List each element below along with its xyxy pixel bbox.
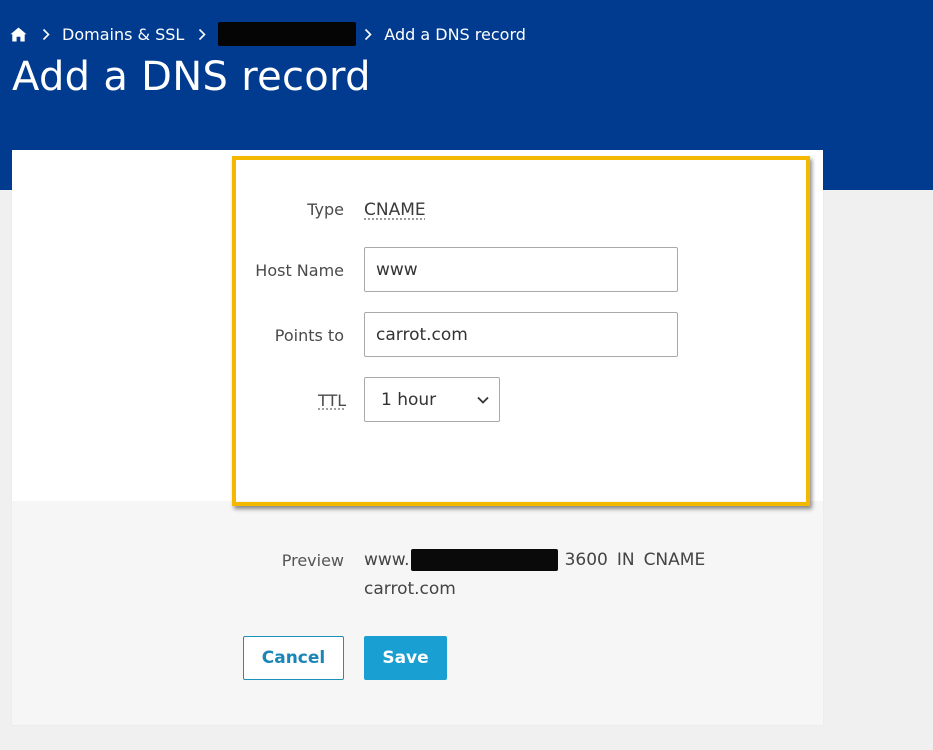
chevron-down-icon <box>477 396 489 404</box>
ttl-label[interactable]: TTL <box>318 391 346 410</box>
chevron-right-icon <box>198 27 208 41</box>
breadcrumb: Domains & SSL Add a DNS record <box>10 22 526 46</box>
preview-target: carrot.com <box>364 579 456 599</box>
chevron-right-icon <box>364 27 374 41</box>
page: Domains & SSL Add a DNS record Add a DNS… <box>0 0 933 750</box>
preview-ttl: 3600 <box>564 550 608 570</box>
breadcrumb-current: Add a DNS record <box>384 24 526 44</box>
host-name-input[interactable] <box>364 247 678 292</box>
ttl-select-value: 1 hour <box>381 389 437 410</box>
preview-prefix: www. <box>364 550 410 570</box>
breadcrumb-domain-link-redacted[interactable] <box>218 22 357 46</box>
breadcrumb-domains-link[interactable]: Domains & SSL <box>62 25 184 44</box>
type-value[interactable]: CNAME <box>364 200 426 220</box>
points-to-input[interactable] <box>364 312 678 357</box>
save-button[interactable]: Save <box>364 636 447 680</box>
preview-type: CNAME <box>643 550 706 570</box>
host-name-label: Host Name <box>255 261 344 280</box>
chevron-right-icon <box>42 27 52 41</box>
preview-domain-redacted <box>410 549 558 571</box>
preview-target-line: carrot.com <box>364 579 456 599</box>
preview-record: www. 3600 IN CNAME <box>364 549 705 571</box>
home-icon[interactable] <box>10 25 28 43</box>
points-to-label: Points to <box>274 326 344 345</box>
preview-label: Preview <box>281 551 344 570</box>
cancel-button[interactable]: Cancel <box>243 636 344 680</box>
type-label: Type <box>307 200 344 219</box>
ttl-select[interactable]: 1 hour <box>364 377 500 422</box>
page-title: Add a DNS record <box>12 54 371 100</box>
preview-class: IN <box>616 550 635 570</box>
dns-record-card: Type CNAME Host Name Points to TTL 1 hou… <box>12 150 823 725</box>
